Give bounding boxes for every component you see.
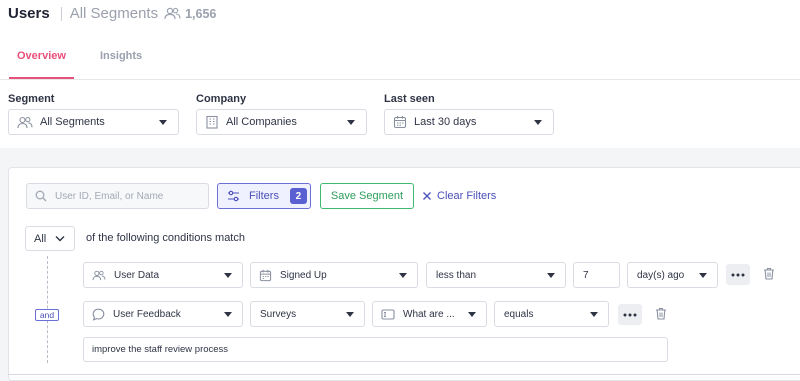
more-options-button[interactable] (726, 264, 750, 285)
match-mode-value: All (34, 232, 47, 245)
calendar-icon (259, 269, 272, 282)
caret-down-icon (534, 120, 542, 125)
tab-overview[interactable]: Overview (17, 50, 66, 62)
condition-type-value: Surveys (260, 308, 297, 320)
users-icon (92, 270, 106, 281)
company-label: Company (196, 93, 247, 105)
caret-down-icon (347, 120, 355, 125)
last-seen-value: Last 30 days (414, 116, 477, 128)
tab-bar: Overview Insights (0, 38, 800, 80)
caret-down-icon (224, 312, 232, 317)
caret-down-icon (699, 273, 707, 278)
caret-down-icon (159, 120, 167, 125)
sliders-icon (227, 190, 240, 202)
trash-icon[interactable] (655, 307, 667, 320)
condition-unit-value: day(s) ago (637, 269, 685, 281)
condition-unit-select[interactable]: day(s) ago (627, 262, 718, 288)
trash-icon[interactable] (763, 267, 775, 280)
chevron-down-icon (55, 235, 65, 242)
condition-operator-value: equals (504, 308, 534, 320)
close-icon (422, 191, 432, 201)
condition-source-select[interactable]: User Data (83, 262, 243, 288)
company-value: All Companies (226, 116, 297, 128)
chat-bubble-icon (92, 308, 105, 321)
search-icon (35, 190, 47, 202)
company-select[interactable]: All Companies (196, 109, 367, 135)
condition-attribute-select[interactable]: Signed Up (250, 262, 418, 288)
caret-down-icon (590, 312, 598, 317)
condition-source-select[interactable]: User Feedback (83, 301, 243, 327)
title-row: Users All Segments 1,656 (8, 5, 216, 22)
match-mode-select[interactable]: All (25, 226, 75, 251)
tab-insights[interactable]: Insights (100, 50, 142, 62)
condition-value-text: 7 (583, 269, 589, 281)
filters-count-badge: 2 (289, 188, 307, 204)
condition-operator-value: less than (436, 269, 477, 281)
condition-value-input[interactable]: 7 (573, 262, 620, 288)
and-joiner-badge[interactable]: and (35, 309, 59, 321)
last-seen-label: Last seen (384, 93, 435, 105)
building-icon (205, 115, 219, 129)
clear-filters-label: Clear Filters (437, 190, 497, 202)
caret-down-icon (547, 273, 555, 278)
filters-label: Filters (249, 190, 279, 202)
segment-select[interactable]: All Segments (8, 109, 179, 135)
ellipsis-icon (731, 273, 745, 276)
save-segment-button[interactable]: Save Segment (320, 183, 414, 209)
users-icon (164, 7, 181, 20)
condition-question-value: What are ... (403, 308, 455, 320)
condition-type-select[interactable]: Surveys (250, 301, 365, 327)
condition-question-select[interactable]: What are ... (372, 301, 487, 327)
condition-source-value: User Feedback (113, 308, 181, 320)
page-header: Users All Segments 1,656 Overview Insigh… (0, 0, 800, 148)
page-title: Users (8, 5, 50, 22)
text-field-icon (381, 308, 395, 320)
condition-operator-select[interactable]: equals (494, 301, 609, 327)
users-icon (17, 116, 33, 129)
last-seen-select[interactable]: Last 30 days (384, 109, 554, 135)
active-tab-indicator (9, 77, 74, 79)
condition-text-value: improve the staff review process (92, 344, 229, 355)
filters-button[interactable]: Filters 2 (217, 183, 311, 209)
caret-down-icon (468, 312, 476, 317)
caret-down-icon (346, 312, 354, 317)
segment-value: All Segments (40, 116, 105, 128)
more-options-button[interactable] (618, 304, 642, 325)
condition-text-value-input[interactable]: improve the staff review process (83, 337, 668, 362)
user-count: 1,656 (185, 6, 217, 21)
clear-filters-button[interactable]: Clear Filters (422, 183, 496, 209)
caret-down-icon (224, 273, 232, 278)
segment-subtitle: All Segments (69, 5, 159, 22)
panel-divider (8, 374, 800, 375)
title-divider (60, 6, 62, 21)
segment-label: Segment (8, 93, 55, 105)
caret-down-icon (399, 273, 407, 278)
condition-source-value: User Data (114, 269, 160, 281)
condition-operator-select[interactable]: less than (426, 262, 566, 288)
condition-attribute-value: Signed Up (280, 269, 327, 281)
search-placeholder: User ID, Email, or Name (55, 190, 164, 202)
search-input[interactable]: User ID, Email, or Name (26, 183, 209, 209)
calendar-icon (393, 115, 407, 129)
match-description: of the following conditions match (86, 232, 245, 244)
ellipsis-icon (623, 313, 637, 316)
